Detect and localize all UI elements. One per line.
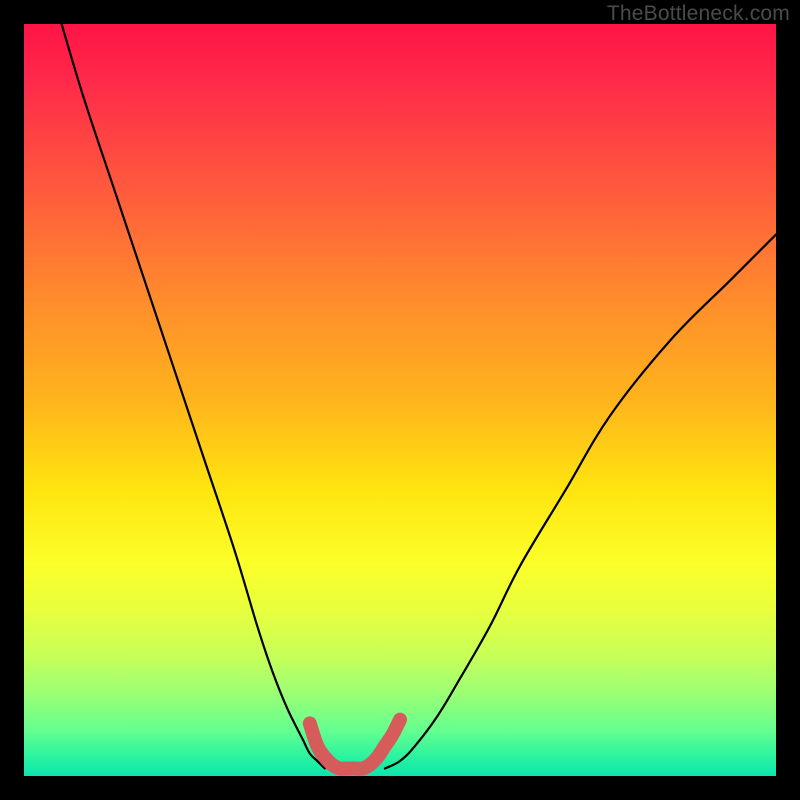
left-curve-path [62,24,325,768]
plot-area [24,24,776,776]
watermark-label: TheBottleneck.com [607,2,790,26]
chart-stage: TheBottleneck.com [0,0,800,800]
right-curve-path [385,235,776,769]
curve-layer [24,24,776,776]
valley-thick-path [310,720,400,769]
